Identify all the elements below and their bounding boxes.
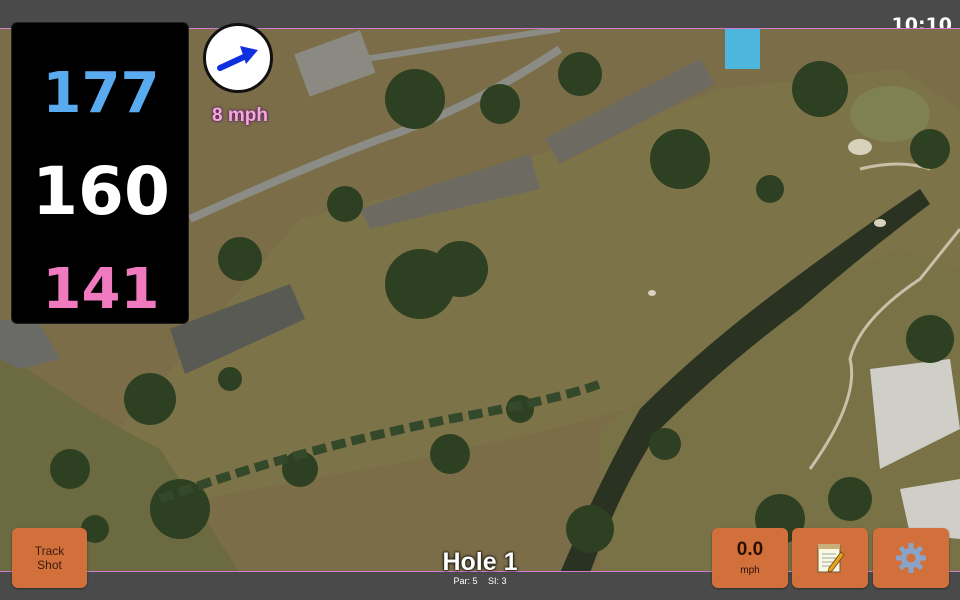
distance-panel: 177 160 141 <box>11 22 189 324</box>
track-label-line1: Track <box>34 544 65 558</box>
track-label-line2: Shot <box>37 558 62 572</box>
distance-middle: 160 <box>32 153 170 230</box>
hole-info: Par: 5 SI: 3 <box>380 576 580 586</box>
hole-title: Hole 1 <box>442 548 518 576</box>
distance-front: 141 <box>42 257 160 322</box>
speed-value: 0.0 <box>736 539 764 560</box>
settings-button[interactable] <box>873 528 949 588</box>
distance-back: 177 <box>42 61 160 126</box>
speed-unit: mph <box>740 565 760 576</box>
hole-si: SI: 3 <box>488 576 507 586</box>
gear-icon <box>896 543 926 573</box>
wind-indicator <box>203 23 273 93</box>
notepad-icon <box>817 544 845 573</box>
notes-button[interactable] <box>792 528 868 588</box>
speed-button[interactable]: 0.0 mph <box>712 528 788 588</box>
track-shot-button[interactable]: Track Shot <box>12 528 87 588</box>
wind-speed: 8 mph <box>212 105 268 126</box>
hole-par: Par: 5 <box>453 576 478 586</box>
arrow-icon <box>217 46 258 71</box>
